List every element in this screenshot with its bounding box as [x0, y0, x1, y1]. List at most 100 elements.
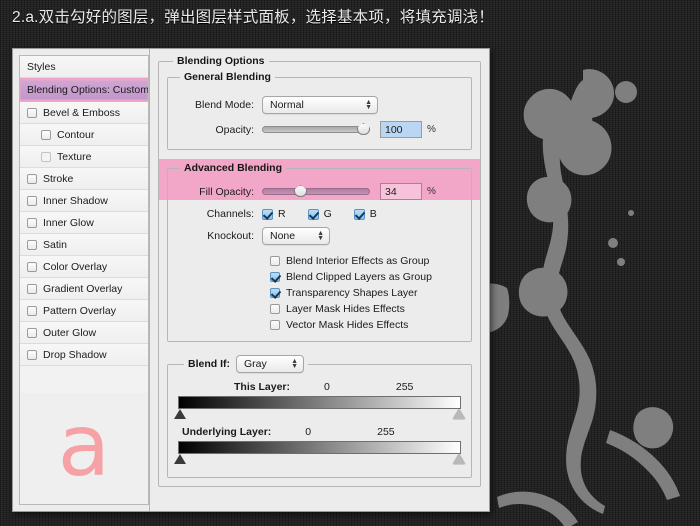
- sidebar-item-pattern-overlay[interactable]: Pattern Overlay: [20, 300, 148, 322]
- sidebar-item-label: Inner Glow: [43, 216, 94, 229]
- general-blending-group: General Blending Blend Mode: Normal ▲ ▼ O…: [167, 71, 472, 150]
- sidebar-item-outer-glow[interactable]: Outer Glow: [20, 322, 148, 344]
- opacity-label: Opacity:: [215, 123, 254, 136]
- sidebar-item-stroke[interactable]: Stroke: [20, 168, 148, 190]
- styles-list[interactable]: Styles Blending Options: Custom Bevel & …: [19, 55, 149, 393]
- sidebar-item-blending-options[interactable]: Blending Options: Custom: [20, 78, 148, 102]
- checkbox-satin[interactable]: [27, 239, 37, 250]
- layer-style-dialog: Styles Blending Options: Custom Bevel & …: [12, 48, 490, 512]
- checkbox-channel-r[interactable]: [262, 208, 273, 220]
- sidebar-item-label: Texture: [57, 150, 92, 163]
- this-layer-slider[interactable]: [174, 396, 465, 420]
- chevron-updown-icon: ▲ ▼: [291, 358, 298, 370]
- option-vector-mask-hides-effects[interactable]: Vector Mask Hides Effects: [270, 317, 465, 333]
- blend-mode-select[interactable]: Normal ▲ ▼: [262, 95, 378, 114]
- blend-if-channel-select[interactable]: Gray ▲ ▼: [236, 355, 304, 373]
- blending-options-group: Blending Options General Blending Blend …: [158, 55, 481, 487]
- checkbox-blend-clipped-layers[interactable]: [270, 272, 280, 282]
- checkbox-contour[interactable]: [41, 129, 51, 140]
- sidebar-item-contour[interactable]: Contour: [20, 124, 148, 146]
- sidebar-item-drop-shadow[interactable]: Drop Shadow: [20, 344, 148, 366]
- sidebar-item-inner-glow[interactable]: Inner Glow: [20, 212, 148, 234]
- sidebar-item-color-overlay[interactable]: Color Overlay: [20, 256, 148, 278]
- fill-opacity-input[interactable]: 34: [380, 183, 422, 200]
- option-blend-interior-effects[interactable]: Blend Interior Effects as Group: [270, 253, 465, 269]
- fill-opacity-slider-thumb[interactable]: [294, 185, 307, 197]
- option-layer-mask-hides-effects[interactable]: Layer Mask Hides Effects: [270, 301, 465, 317]
- sidebar-item-satin[interactable]: Satin: [20, 234, 148, 256]
- page-title: 2.a.双击勾好的图层，弹出图层样式面板，选择基本项，将填充调浅！: [12, 9, 494, 26]
- sidebar-item-label: Stroke: [43, 172, 74, 185]
- blend-mode-label: Blend Mode:: [195, 98, 254, 111]
- opacity-value: 100: [385, 123, 403, 136]
- opacity-input[interactable]: 100: [380, 121, 422, 138]
- blend-if-legend: Blend If: Gray ▲ ▼: [184, 355, 308, 373]
- knockout-select[interactable]: None ▲ ▼: [262, 226, 330, 245]
- opacity-slider[interactable]: [262, 123, 370, 135]
- sidebar-item-label: Blending Options: Custom: [27, 84, 149, 96]
- blend-mode-value: Normal: [270, 98, 304, 111]
- option-label: Blend Clipped Layers as Group: [286, 271, 432, 283]
- sidebar-item-gradient-overlay[interactable]: Gradient Overlay: [20, 278, 148, 300]
- checkbox-gradient-overlay[interactable]: [27, 283, 37, 294]
- checkbox-inner-shadow[interactable]: [27, 195, 37, 206]
- sidebar-item-texture[interactable]: Texture: [20, 146, 148, 168]
- underlying-layer-max: 255: [377, 426, 395, 438]
- sidebar-item-label: Color Overlay: [43, 260, 108, 273]
- chevron-updown-icon: ▲ ▼: [317, 229, 324, 242]
- option-label: Blend Interior Effects as Group: [286, 255, 430, 267]
- option-blend-clipped-layers[interactable]: Blend Clipped Layers as Group: [270, 269, 465, 285]
- checkbox-channel-b[interactable]: [353, 208, 365, 220]
- channel-r-label: R: [278, 208, 286, 220]
- fill-opacity-row: Fill Opacity: 34 %: [174, 182, 465, 201]
- styles-header-label: Styles: [27, 60, 56, 73]
- channel-b-label: B: [369, 208, 377, 220]
- blend-if-channel-value: Gray: [244, 358, 267, 370]
- styles-list-header[interactable]: Styles: [20, 56, 148, 78]
- advanced-options-list: Blend Interior Effects as Group Blend Cl…: [270, 253, 465, 333]
- checkbox-pattern-overlay[interactable]: [27, 305, 37, 316]
- underlying-layer-handle-black[interactable]: [174, 454, 186, 464]
- checkbox-inner-glow[interactable]: [27, 217, 37, 228]
- sidebar-item-label: Pattern Overlay: [43, 304, 116, 317]
- sidebar-item-inner-shadow[interactable]: Inner Shadow: [20, 190, 148, 212]
- general-blending-legend: General Blending: [184, 71, 271, 83]
- channel-r[interactable]: R: [262, 208, 286, 220]
- checkbox-channel-g[interactable]: [307, 208, 319, 220]
- checkbox-outer-glow[interactable]: [27, 327, 37, 338]
- underlying-layer-slider[interactable]: [174, 441, 465, 465]
- checkbox-color-overlay[interactable]: [27, 261, 37, 272]
- opacity-slider-thumb[interactable]: [357, 123, 370, 135]
- underlying-layer-min: 0: [305, 426, 312, 438]
- fill-opacity-label: Fill Opacity:: [199, 185, 254, 198]
- underlying-layer-handle-white[interactable]: [453, 454, 465, 464]
- this-layer-max: 255: [395, 381, 414, 393]
- opacity-row: Opacity: 100 %: [174, 120, 465, 139]
- underlying-layer-gradient-bar: [178, 441, 461, 454]
- fill-opacity-slider[interactable]: [262, 185, 370, 197]
- checkbox-layer-mask-hides-effects[interactable]: [270, 304, 280, 314]
- checkbox-transparency-shapes-layer[interactable]: [270, 288, 280, 298]
- channel-g[interactable]: G: [307, 208, 332, 220]
- checkbox-bevel-emboss[interactable]: [27, 107, 37, 118]
- checkbox-drop-shadow[interactable]: [27, 349, 37, 360]
- option-transparency-shapes-layer[interactable]: Transparency Shapes Layer: [270, 285, 465, 301]
- checkbox-vector-mask-hides-effects[interactable]: [270, 320, 280, 330]
- sidebar-item-label: Outer Glow: [43, 326, 97, 339]
- checkbox-stroke[interactable]: [27, 173, 37, 184]
- knockout-label: Knockout:: [207, 229, 254, 242]
- option-label: Layer Mask Hides Effects: [286, 303, 405, 315]
- this-layer-handle-black[interactable]: [174, 409, 186, 419]
- this-layer-handle-white[interactable]: [453, 409, 465, 419]
- knockout-value: None: [270, 229, 296, 242]
- options-pane: Blending Options General Blending Blend …: [150, 49, 489, 511]
- sidebar-item-bevel-emboss[interactable]: Bevel & Emboss: [20, 102, 148, 124]
- blend-if-label: Blend If:: [188, 358, 230, 370]
- sidebar-item-label: Drop Shadow: [43, 348, 107, 361]
- styles-sidebar: Styles Blending Options: Custom Bevel & …: [13, 49, 150, 511]
- checkbox-blend-interior-effects[interactable]: [270, 256, 280, 266]
- chevron-updown-icon: ▲ ▼: [365, 98, 372, 111]
- channel-b[interactable]: B: [353, 208, 377, 220]
- channels-label: Channels:: [206, 208, 254, 220]
- checkbox-texture[interactable]: [41, 151, 51, 162]
